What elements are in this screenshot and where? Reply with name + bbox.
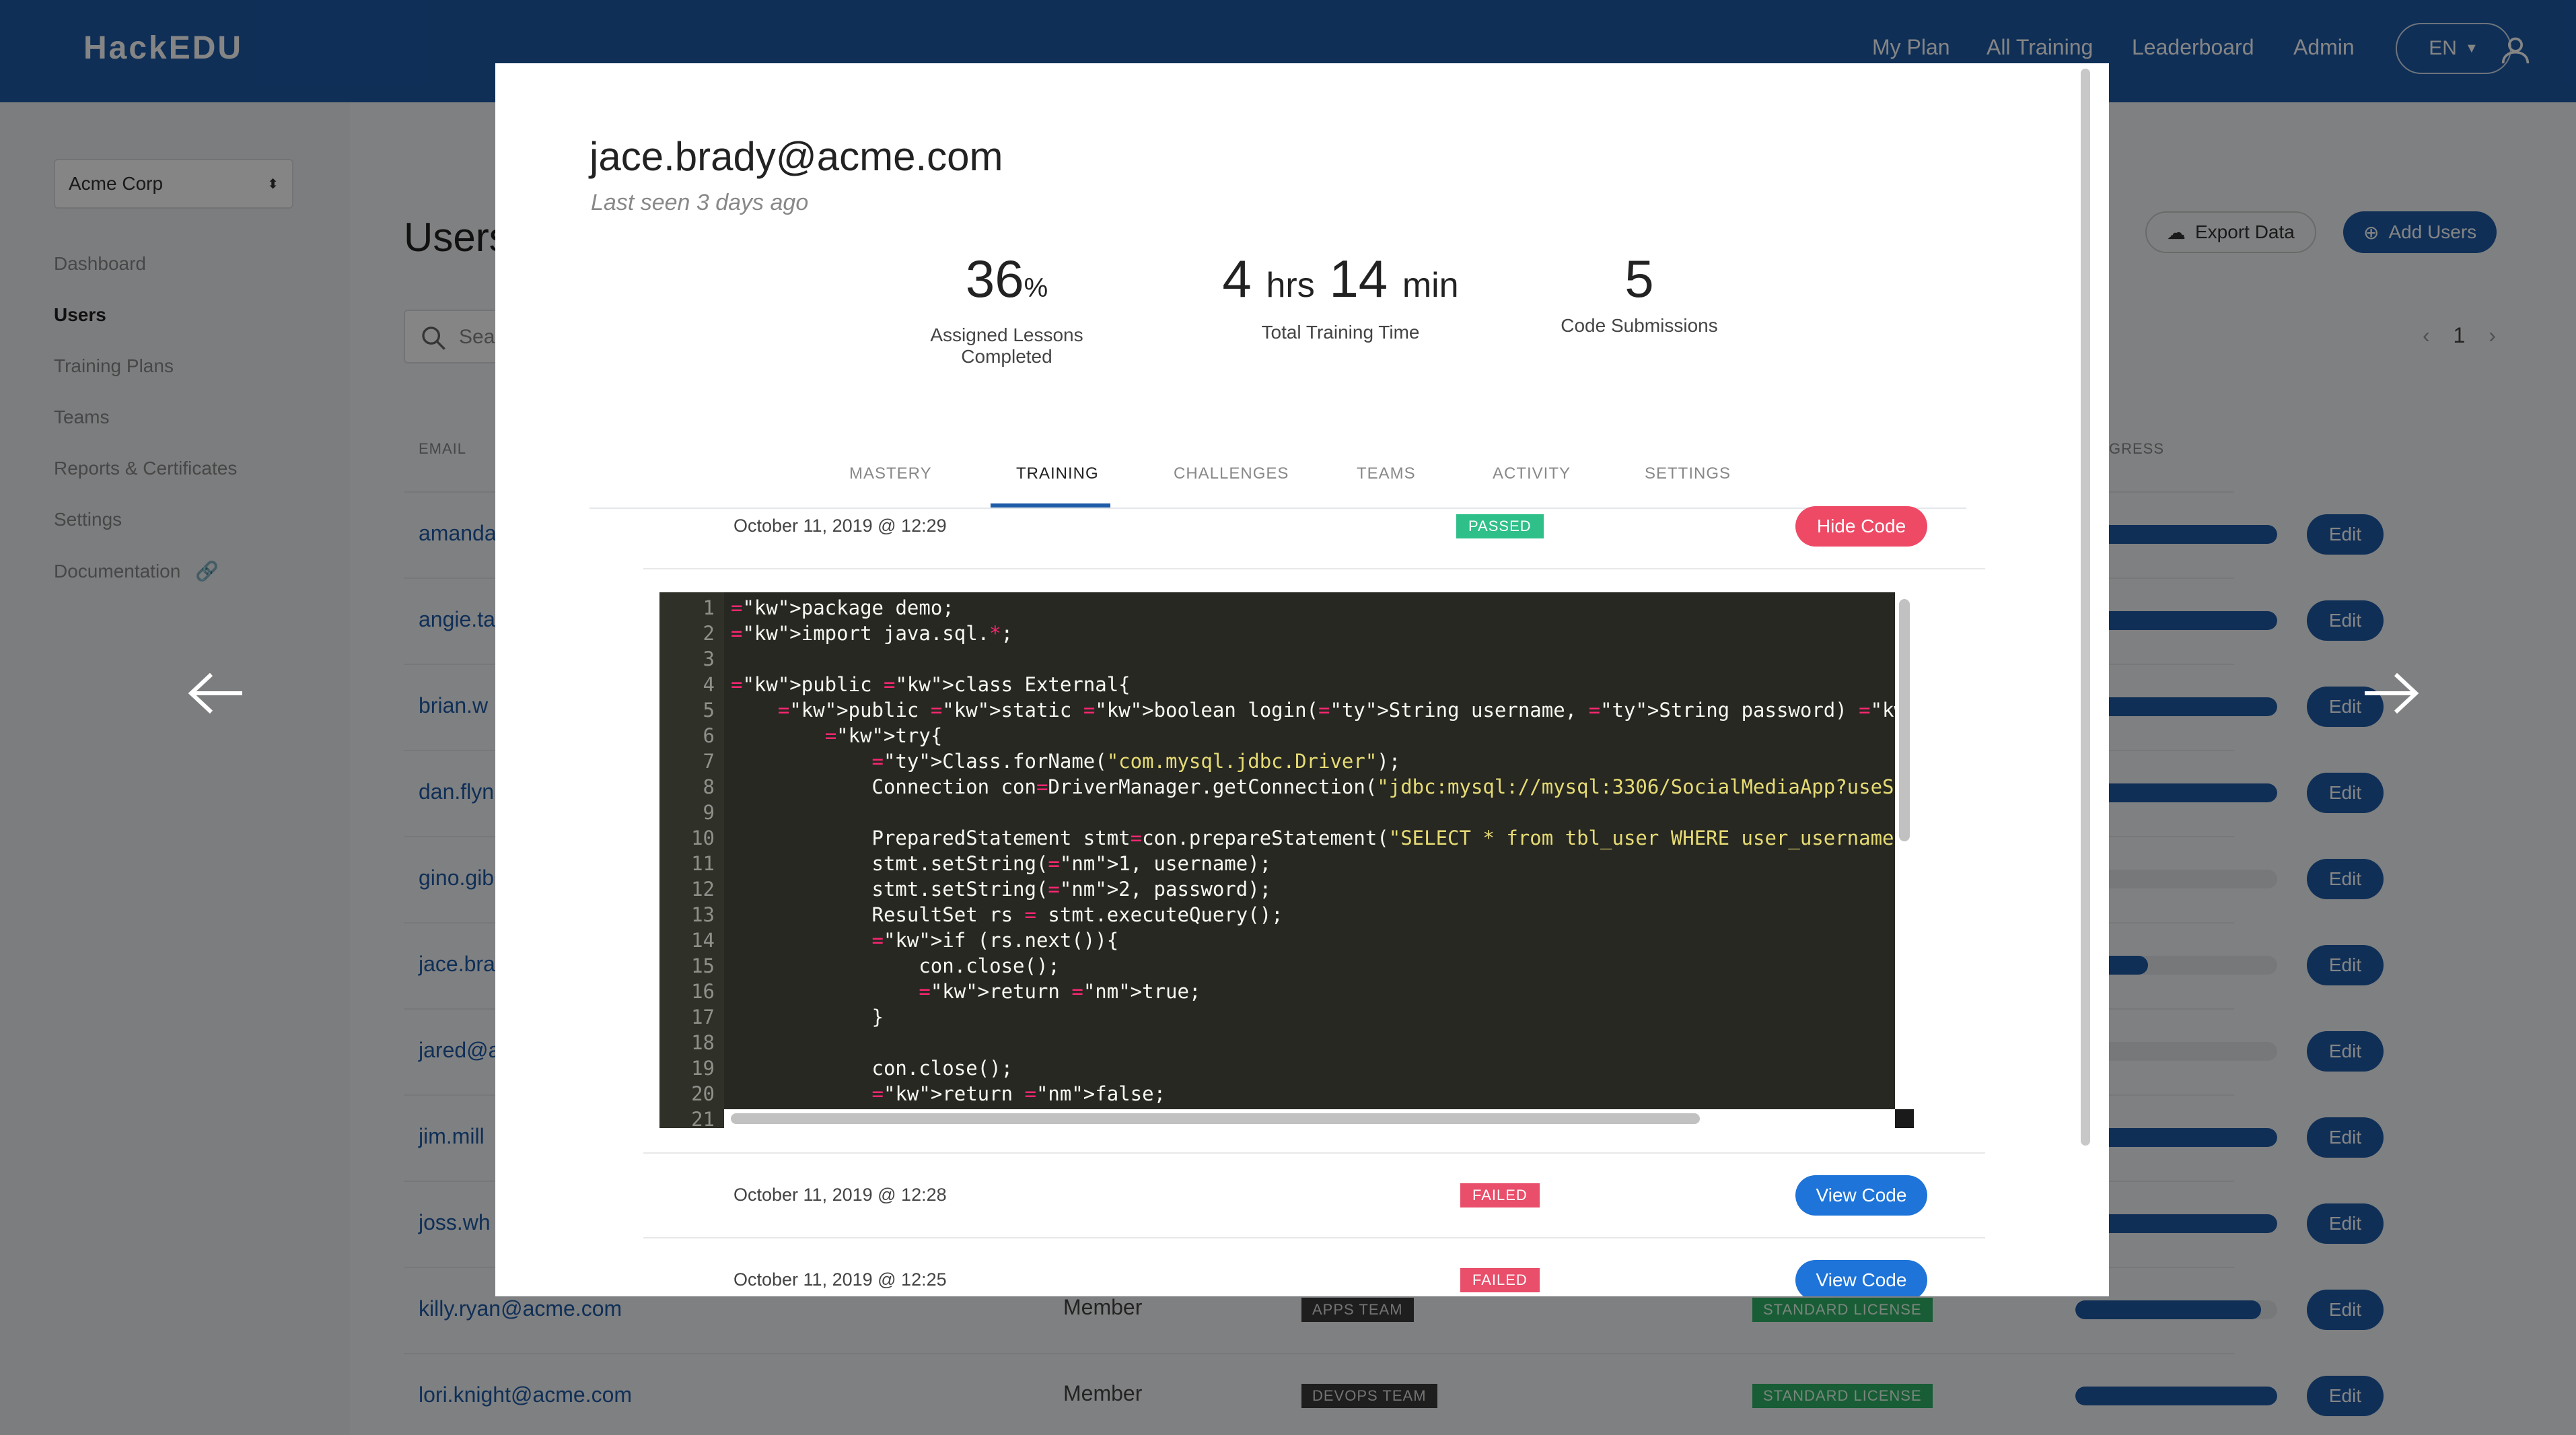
editor-horizontal-scrollbar[interactable]: [724, 1109, 1895, 1128]
divider: [643, 1152, 1985, 1154]
line-number: 8: [703, 775, 715, 798]
code-line: PreparedStatement stmt=con.prepareStatem…: [731, 827, 1915, 849]
stat-minutes-unit: min: [1402, 266, 1459, 305]
line-number: 14: [691, 929, 715, 952]
line-number: 17: [691, 1006, 715, 1028]
code-line: ="kw">public ="kw">static ="kw">boolean …: [777, 699, 1914, 722]
submission-date: October 11, 2019 @ 12:29: [734, 516, 947, 536]
code-editor[interactable]: 1 2 3 4 5 6 7 8 9 10 11 12 13 14 15 16 17 18 19 20 21 ="kw">…: [659, 592, 1914, 1128]
stat-code-submissions: 5 Code Submissions: [1518, 246, 1760, 337]
tab-challenges[interactable]: CHALLENGES: [1174, 464, 1289, 483]
code-line: ="kw">if (rs.next()){: [871, 929, 1119, 952]
status-badge-passed: PASSED: [1456, 514, 1544, 538]
stat-lessons-completed: 36% Assigned Lessons Completed: [886, 246, 1128, 368]
stat-training-time: 4 hrs 14 min Total Training Time: [1199, 246, 1482, 343]
tab-teams[interactable]: TEAMS: [1357, 464, 1416, 483]
scroll-thumb[interactable]: [731, 1113, 1700, 1124]
line-number: 6: [703, 724, 715, 747]
scroll-thumb[interactable]: [1899, 599, 1910, 841]
user-email-heading: jace.brady@acme.com: [589, 134, 1003, 179]
submission-date: October 11, 2019 @ 12:28: [734, 1185, 947, 1205]
code-line: stmt.setString(="nm">2, password);: [731, 878, 1272, 901]
code-line: ="kw">return ="nm">true;: [919, 980, 1201, 1003]
status-badge-failed: FAILED: [1460, 1268, 1540, 1292]
code-line: ="kw">public ="kw">class External{: [731, 673, 1131, 696]
code-line: ="kw">try{: [824, 724, 943, 747]
stat-training-time-label: Total Training Time: [1261, 322, 1420, 343]
code-line: ResultSet rs = stmt.executeQuery();: [731, 903, 1283, 926]
code-line: ="kw">import java.sql.*;: [731, 622, 1013, 645]
code-line: con.close();: [731, 954, 1060, 977]
stat-lessons-value: 36: [965, 249, 1024, 308]
stat-lessons-label: Assigned Lessons Completed: [930, 324, 1083, 367]
line-number: 21: [691, 1108, 715, 1128]
line-number-gutter: 1 2 3 4 5 6 7 8 9 10 11 12 13 14 15 16 17 18 19 20 21: [659, 592, 724, 1128]
line-number: 10: [691, 827, 715, 849]
view-code-button[interactable]: View Code: [1795, 1175, 1927, 1216]
line-number: 11: [691, 852, 715, 875]
code-line: stmt.setString(="nm">1, username);: [731, 852, 1272, 875]
scrollbar-corner: [1895, 1109, 1914, 1128]
view-code-button[interactable]: View Code: [1795, 1260, 1927, 1296]
modal-tabs: MASTERY TRAINING CHALLENGES TEAMS ACTIVI…: [589, 440, 1966, 509]
line-number: 4: [703, 673, 715, 696]
line-number: 18: [691, 1031, 715, 1054]
code-line: ="kw">package demo;: [731, 596, 954, 619]
line-number: 19: [691, 1057, 715, 1080]
editor-vertical-scrollbar[interactable]: [1895, 592, 1914, 1128]
code-line: ="kw">return ="nm">false;: [871, 1082, 1166, 1105]
arrow-left-icon[interactable]: [182, 666, 249, 720]
arrow-right-icon[interactable]: [2358, 666, 2425, 720]
status-badge-failed: FAILED: [1460, 1183, 1540, 1208]
stat-submissions-label: Code Submissions: [1561, 315, 1718, 336]
stat-lessons-unit: %: [1024, 273, 1048, 303]
line-number: 7: [703, 750, 715, 773]
stat-hours-value: 4: [1222, 249, 1252, 308]
divider: [643, 568, 1985, 569]
line-number: 1: [703, 596, 715, 619]
line-number: 3: [703, 648, 715, 670]
tab-activity[interactable]: ACTIVITY: [1493, 464, 1571, 483]
stat-minutes-value: 14: [1329, 249, 1388, 308]
line-number: 9: [703, 801, 715, 824]
line-number: 12: [691, 878, 715, 901]
submission-date: October 11, 2019 @ 12:25: [734, 1269, 947, 1290]
divider: [643, 1237, 1985, 1238]
tab-settings[interactable]: SETTINGS: [1645, 464, 1731, 483]
code-line: con.close();: [731, 1057, 1013, 1080]
last-seen-text: Last seen 3 days ago: [591, 190, 809, 215]
tab-training[interactable]: TRAINING: [1016, 464, 1099, 483]
line-number: 16: [691, 980, 715, 1003]
stat-hours-unit: hrs: [1266, 266, 1315, 305]
hide-code-button[interactable]: Hide Code: [1795, 506, 1927, 547]
tab-mastery[interactable]: MASTERY: [849, 464, 932, 483]
code-line: Connection con=DriverManager.getConnecti…: [731, 775, 1915, 798]
line-number: 13: [691, 903, 715, 926]
line-number: 15: [691, 954, 715, 977]
user-detail-modal: jace.brady@acme.com Last seen 3 days ago…: [495, 63, 2109, 1296]
line-number: 20: [691, 1082, 715, 1105]
modal-scrollbar[interactable]: [2081, 69, 2090, 1146]
active-tab-indicator: [991, 503, 1110, 508]
stat-submissions-value: 5: [1624, 249, 1654, 308]
code-line: ="ty">Class.forName("com.mysql.jdbc.Driv…: [871, 750, 1401, 773]
code-line: }: [731, 1006, 884, 1028]
line-number: 5: [703, 699, 715, 722]
line-number: 2: [703, 622, 715, 645]
